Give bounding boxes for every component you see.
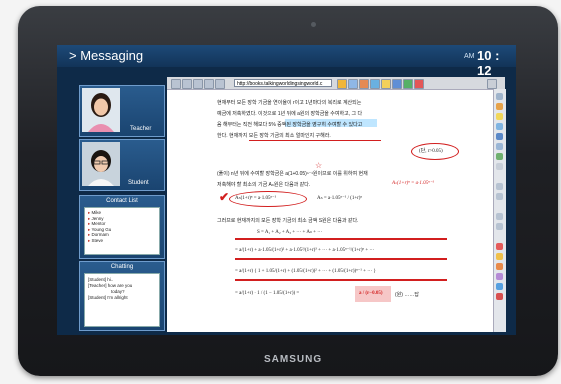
app-title[interactable]: > Messaging [69,48,143,63]
underline-annotation [235,238,447,240]
home-icon[interactable] [204,79,214,89]
chat-line: [Student] I'm allright [88,295,128,300]
teacher-avatar [82,88,120,132]
stop-icon[interactable] [496,293,503,300]
sum-line: S = A₁ + A₂ + A₃ + ··· + Aₙ + ··· [257,230,323,235]
refresh-icon[interactable] [193,79,203,89]
condition-text: (단, r>0.05) [419,149,443,154]
chat-panel: Chatting [Student] hi.. [Teacher] how ar… [79,261,165,331]
doc-line: 음 해부터는 직전 해보다 5% 증액된 장학금을 영구히 수여할 수 있다고 [217,122,363,128]
eraser-icon[interactable] [496,123,503,130]
highlighter-icon[interactable] [496,113,503,120]
doc-line: 예금에 저축하였다. 이것으로 1년 뒤에 a원의 장학금을 수여하고, 그 다 [217,111,363,117]
contact-item[interactable]: ▸ Steve [88,238,111,244]
mail-icon[interactable] [392,79,402,89]
arrow-icon[interactable] [496,163,503,170]
student-video-panel[interactable]: Student [79,139,165,191]
contact-name: Steve [91,237,104,243]
teacher-video-panel[interactable]: Teacher [79,85,165,137]
annotation-toolbar [493,89,506,332]
equation-1: = a/(1+r) + a·1.05/(1+r)² + a·1.05²/(1+r… [235,248,375,253]
line-icon[interactable] [496,143,503,150]
close-icon[interactable] [414,79,424,89]
contact-name: Mike [91,210,102,215]
underline-annotation [235,279,447,281]
contact-name: Jenny [91,215,104,221]
back-icon[interactable] [171,79,181,89]
screen: > Messaging AM 10 : 12 Teacher Student C… [57,45,516,335]
equation-2: = a/(1+r) { 1 + 1.05/(1+r) + (1.05/(1+r)… [235,269,376,274]
camera-icon [311,22,316,27]
formula-right: Aₙ = a·1.05ⁿ⁻¹ / (1+r)ⁿ [317,196,363,201]
rect-icon[interactable] [496,183,503,190]
orange-color-icon[interactable] [496,263,503,270]
clock-time: 10 : 12 [477,48,500,78]
answer-boxed: a / (r−0.05) [359,291,383,296]
contact-name: Mentor [91,221,106,226]
answer-suffix: (원) ……답 [395,292,419,298]
formula-left: Aₙ(1+r)ⁿ = a·1.05ⁿ⁻¹ [235,196,277,201]
text-icon[interactable] [496,133,503,140]
handwritten-note: Aₙ(1+r)ⁿ = a·1.05ⁿ⁻¹ [392,181,434,186]
chat-line: [Teacher] how are you [88,283,133,288]
title-bar: > Messaging AM 10 : 12 [57,45,516,78]
chart-icon[interactable] [403,79,413,89]
doc-line: 현재부터 모든 장학 기금을 연이율이 r이고 1년마다의 복리로 계산되는 [217,100,362,106]
shape-icon[interactable] [496,153,503,160]
redo-icon[interactable] [496,223,503,230]
undo-icon[interactable] [496,213,503,220]
student-avatar [82,142,120,186]
clock-ampm: AM [464,53,475,60]
pen-icon[interactable] [496,103,503,110]
yellow-color-icon[interactable] [496,253,503,260]
solution-line: (풀이) n년 뒤에 수여할 장학금은 a(1+0.05)ⁿ⁻¹원이므로 이를 … [217,171,368,177]
contact-name: Young Gu [91,226,112,232]
search-icon[interactable] [348,79,358,89]
bookmark-icon[interactable] [381,79,391,89]
underline-annotation [235,258,447,260]
camera-tool-icon[interactable] [359,79,369,89]
checkmark-icon: ✔ [219,190,230,204]
red-color-icon[interactable] [496,243,503,250]
contact-name: Dormam [91,232,109,237]
brand-logo: SAMSUNG [264,354,323,365]
solution-line: 그러므로 현재까지의 모든 장학 기금의 최소 금액 S원은 다음과 같다. [217,218,359,224]
zoom-icon[interactable] [487,79,497,89]
share-icon[interactable] [370,79,380,89]
chat-log[interactable]: [Student] hi.. [Teacher] how are you tod… [84,273,160,327]
student-label: Student [128,180,149,186]
circle-icon[interactable] [496,193,503,200]
url-field[interactable]: http://books.talkingworldingsingworld.c [234,79,332,87]
document-viewer: http://books.talkingworldingsingworld.c … [167,77,506,332]
chat-line: [Student] hi.. [88,277,114,282]
star-annotation: ☆ [315,161,323,170]
doc-line: 한다. 현재까지 모든 장학 기금의 최소 얼마인지 구해라. [217,133,331,139]
blue-color-icon[interactable] [496,283,503,290]
page-icon[interactable] [215,79,225,89]
chat-line: today? [111,289,125,294]
contact-list-title: Contact List [106,198,138,204]
underline-annotation [249,140,381,141]
pen-icon[interactable] [337,79,347,89]
equation-3: = a/(1+r) · 1 / (1 − 1.05/(1+r)) = [235,291,300,296]
chat-title: Chatting [110,264,134,270]
contact-list[interactable]: ▸ Mike ▸ Jenny ▸ Mentor ▸ Young Gu ▸ Dormam ▸… [84,207,160,255]
solution-line: 저축해야 할 최소의 기금 Aₙ원은 다음과 같다. [217,182,311,188]
contact-list-panel: Contact List ▸ Mike ▸ Jenny ▸ Mentor ▸ Youn… [79,195,165,259]
cursor-icon[interactable] [496,93,503,100]
viewer-toolbar: http://books.talkingworldingsingworld.c [167,77,505,90]
forward-icon[interactable] [182,79,192,89]
teacher-label: Teacher [130,126,152,132]
purple-color-icon[interactable] [496,273,503,280]
